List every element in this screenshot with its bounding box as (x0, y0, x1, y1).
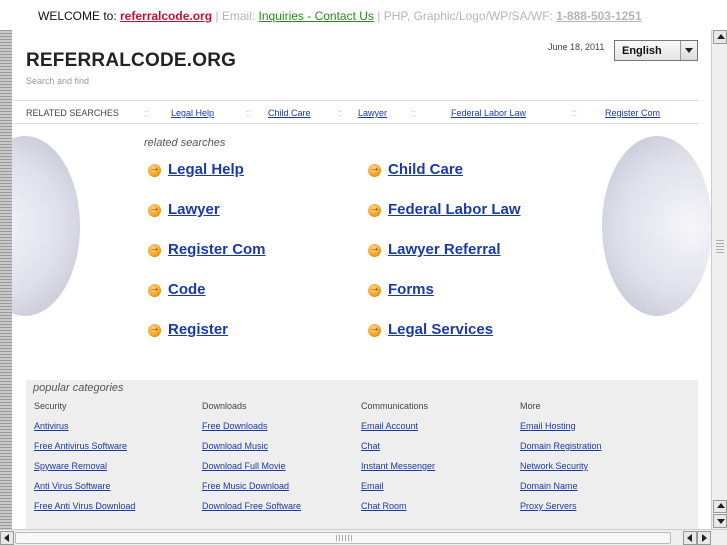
category-link[interactable]: Anti Virus Software (34, 481, 110, 491)
category-link[interactable]: Download Free Software (202, 501, 301, 511)
category-link[interactable]: Antivirus (34, 421, 69, 431)
related-link-forms[interactable]: Forms (388, 281, 434, 298)
category-link[interactable]: Network Security (520, 461, 588, 471)
horizontal-scroll-thumb[interactable] (15, 532, 671, 544)
popular-categories-label: popular categories (33, 382, 124, 394)
phone-link[interactable]: 1-888-503-1251 (556, 9, 641, 23)
category-link[interactable]: Domain Registration (520, 441, 602, 451)
related-link-code[interactable]: Code (168, 281, 206, 298)
category-link[interactable]: Chat Room (361, 501, 407, 511)
scroll-right-icon[interactable] (697, 531, 711, 545)
category-link[interactable]: Email (361, 481, 384, 491)
category-link[interactable]: Download Music (202, 441, 268, 451)
category-link[interactable]: Free Music Download (202, 481, 289, 491)
related-searches-heading: RELATED SEARCHES (26, 108, 119, 118)
category-link[interactable]: Spyware Removal (34, 461, 107, 471)
related-link-register[interactable]: Register (168, 321, 228, 338)
email-label: Email: (221, 9, 259, 23)
arrow-bullet-icon (368, 162, 381, 177)
arrow-bullet-icon (148, 322, 161, 337)
category-heading-communications: Communications (361, 401, 429, 411)
site-subtitle: Search and find (26, 76, 90, 86)
separator: :: (572, 108, 578, 118)
category-heading-downloads: Downloads (202, 401, 247, 411)
welcome-line: WELCOME to: referralcode.org | Email: In… (38, 9, 642, 23)
related-searches-label: related searches (144, 137, 226, 149)
separator: :: (144, 108, 150, 118)
scroll-down-icon[interactable] (713, 514, 727, 528)
category-link[interactable]: Domain Name (520, 481, 578, 491)
separator: :: (337, 108, 343, 118)
related-link-lawyer-referral[interactable]: Lawyer Referral (388, 241, 501, 258)
vertical-scrollbar[interactable] (711, 30, 727, 529)
site-link[interactable]: referralcode.org (120, 9, 212, 23)
popular-categories: popular categories Security Antivirus Fr… (26, 380, 698, 530)
date-label: June 18, 2011 (548, 42, 605, 52)
bar-link-lawyer[interactable]: Lawyer (358, 108, 387, 118)
related-searches-bar: RELATED SEARCHES :: Legal Help :: Child … (12, 100, 699, 124)
related-link-legal-services[interactable]: Legal Services (388, 321, 493, 338)
scroll-grip-icon[interactable] (716, 240, 724, 254)
scroll-up-icon[interactable] (713, 500, 727, 513)
arrow-bullet-icon (368, 322, 381, 337)
decorative-disc-right (602, 136, 711, 316)
arrow-bullet-icon (148, 242, 161, 257)
welcome-text: WELCOME to: (38, 9, 121, 23)
separator: :: (411, 108, 417, 118)
services-text: PHP, Graphic/Logo/WP/SA/WF: (383, 9, 557, 23)
language-value: English (622, 45, 662, 57)
arrow-bullet-icon (368, 202, 381, 217)
category-link[interactable]: Download Full Movie (202, 461, 286, 471)
category-link[interactable]: Email Account (361, 421, 418, 431)
category-link[interactable]: Proxy Servers (520, 501, 577, 511)
related-link-child-care[interactable]: Child Care (388, 161, 463, 178)
contact-link[interactable]: Inquiries - Contact Us (259, 9, 374, 23)
chevron-down-icon[interactable] (680, 41, 697, 60)
bar-link-federal-labor-law[interactable]: Federal Labor Law (451, 108, 526, 118)
scroll-left-icon[interactable] (683, 531, 697, 545)
category-heading-more: More (520, 401, 541, 411)
page-content: REFERRALCODE.ORG Search and find June 18… (12, 30, 711, 530)
category-link[interactable]: Chat (361, 441, 380, 451)
horizontal-scrollbar[interactable] (0, 529, 727, 545)
separator: | (373, 9, 384, 23)
arrow-bullet-icon (148, 162, 161, 177)
category-link[interactable]: Free Anti Virus Download (34, 501, 135, 511)
welcome-bar: WELCOME to: referralcode.org | Email: In… (0, 0, 711, 30)
category-heading-security: Security (34, 401, 67, 411)
related-link-register-com[interactable]: Register Com (168, 241, 266, 258)
scroll-up-icon[interactable] (713, 30, 727, 44)
related-link-lawyer[interactable]: Lawyer (168, 201, 220, 218)
bar-link-register-com[interactable]: Register Com (605, 108, 660, 118)
language-select[interactable]: English (614, 40, 698, 61)
separator: :: (246, 108, 252, 118)
left-frame-stripe (0, 30, 12, 530)
category-link[interactable]: Email Hosting (520, 421, 576, 431)
related-link-legal-help[interactable]: Legal Help (168, 161, 244, 178)
separator: | (212, 9, 222, 23)
scroll-left-icon[interactable] (0, 531, 14, 545)
decorative-disc-left (12, 136, 80, 316)
arrow-bullet-icon (148, 202, 161, 217)
category-link[interactable]: Instant Messenger (361, 461, 435, 471)
arrow-bullet-icon (148, 282, 161, 297)
scroll-grip-icon (336, 535, 352, 541)
arrow-bullet-icon (368, 282, 381, 297)
bar-link-child-care[interactable]: Child Care (268, 108, 311, 118)
related-link-federal-labor-law[interactable]: Federal Labor Law (388, 201, 521, 218)
category-link[interactable]: Free Downloads (202, 421, 268, 431)
site-title[interactable]: REFERRALCODE.ORG (26, 50, 236, 72)
arrow-bullet-icon (368, 242, 381, 257)
bar-link-legal-help[interactable]: Legal Help (171, 108, 214, 118)
category-link[interactable]: Free Antivirus Software (34, 441, 127, 451)
